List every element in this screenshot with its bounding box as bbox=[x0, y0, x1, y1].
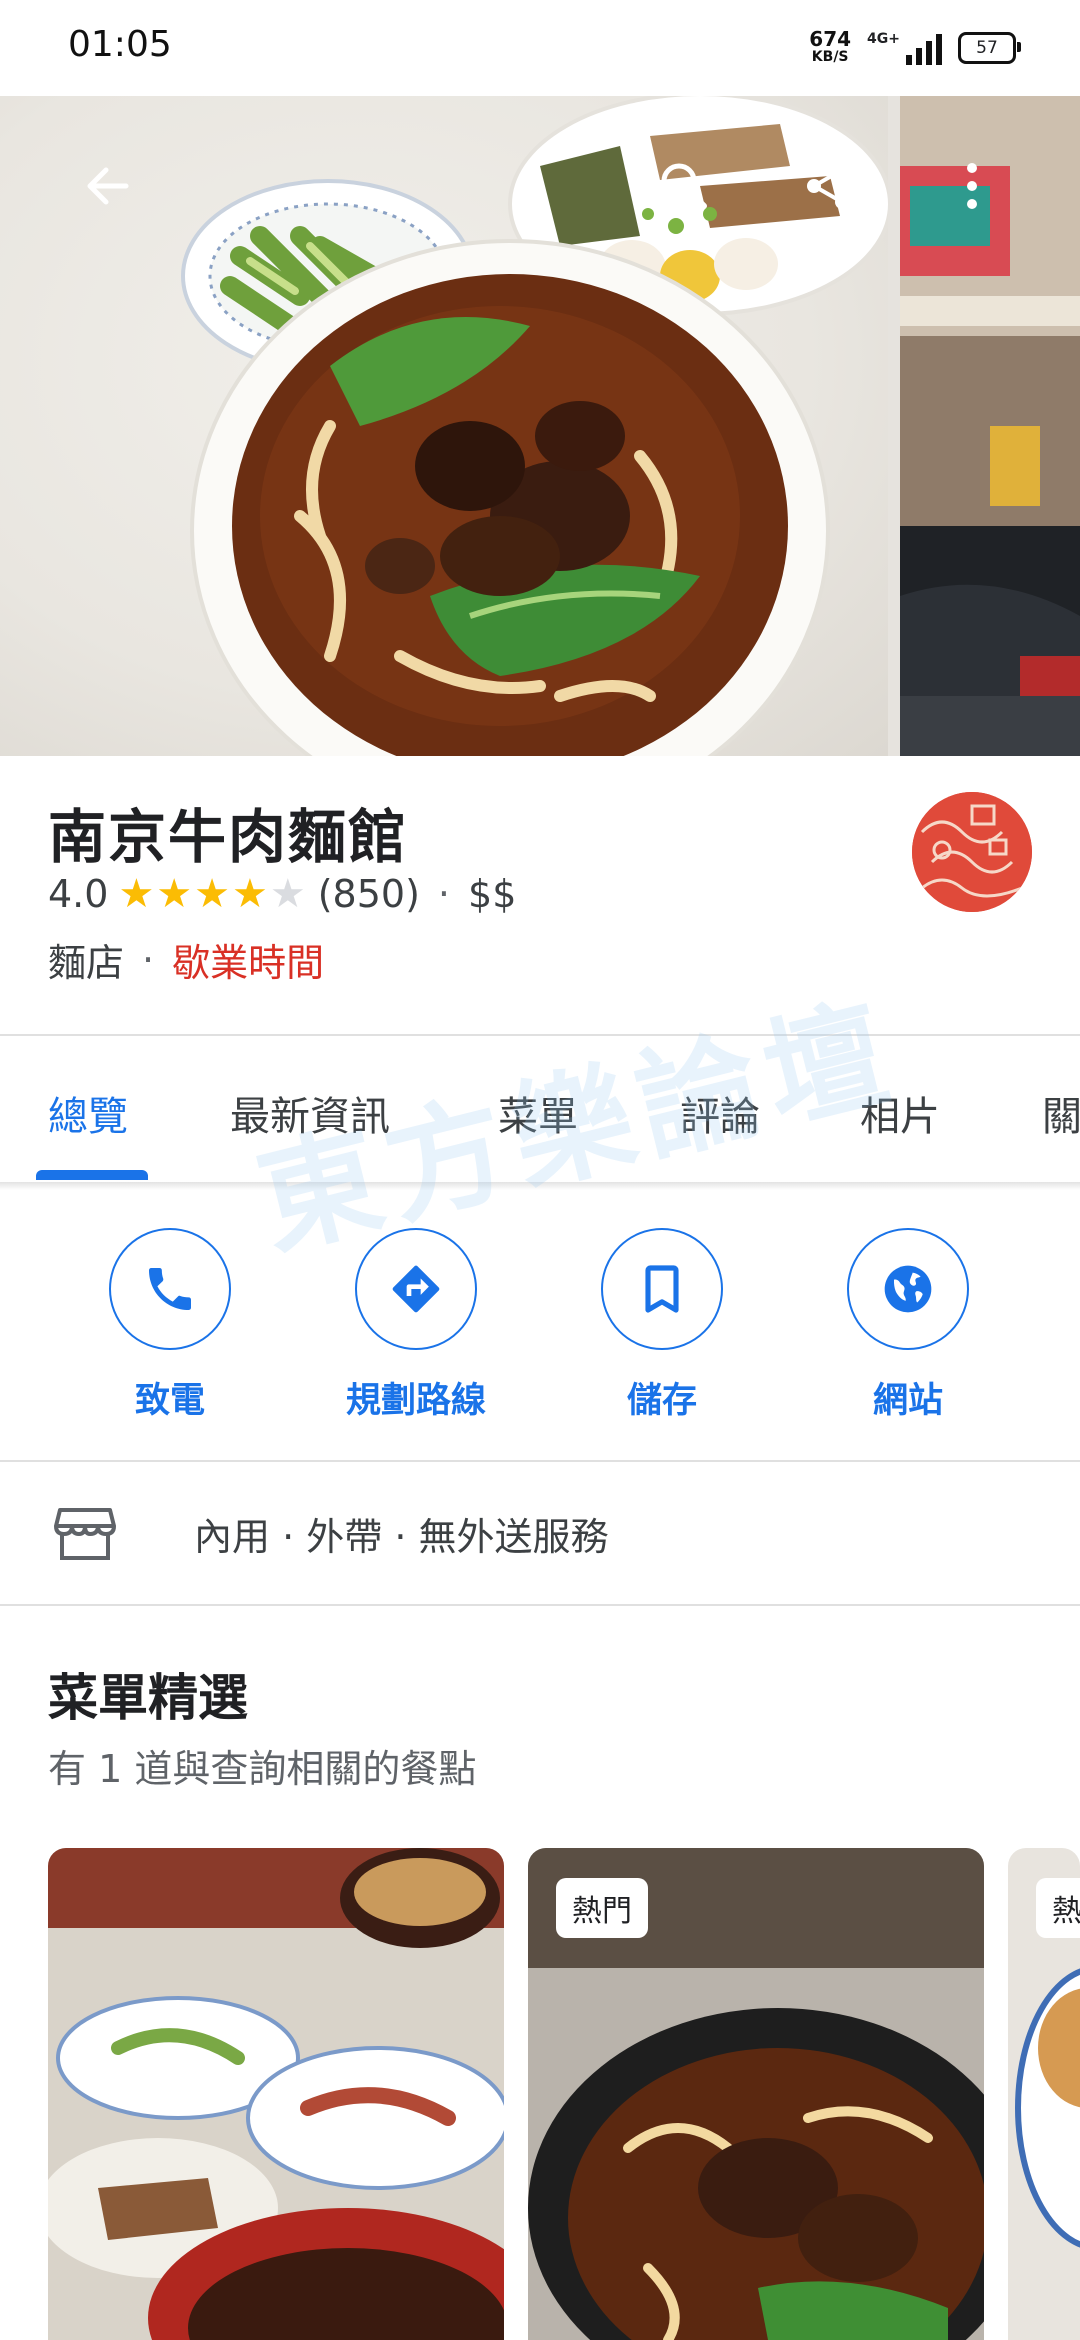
website-button-circle[interactable] bbox=[847, 1228, 969, 1350]
save-button-circle[interactable] bbox=[601, 1228, 723, 1350]
back-button[interactable] bbox=[68, 146, 148, 226]
hero-photos[interactable] bbox=[0, 96, 1080, 756]
share-icon bbox=[807, 163, 849, 209]
separator: · bbox=[437, 872, 451, 916]
hours-status[interactable]: 歇業時間 bbox=[172, 932, 324, 987]
bookmark-icon bbox=[645, 1265, 679, 1313]
tabs-shadow bbox=[0, 1182, 1080, 1190]
popular-badge: 熱門 bbox=[556, 1878, 648, 1938]
storefront-icon bbox=[54, 1508, 116, 1560]
place-name: 南京牛肉麵館 bbox=[48, 803, 409, 871]
search-button[interactable] bbox=[644, 146, 724, 226]
star-empty-icon: ★ bbox=[269, 871, 306, 917]
tab-reviews[interactable]: 評論 bbox=[680, 1084, 760, 1142]
call-label: 致電 bbox=[134, 1381, 205, 1421]
directions-button-circle[interactable] bbox=[355, 1228, 477, 1350]
battery-icon: 57 bbox=[958, 32, 1021, 64]
call-button[interactable]: 致電 bbox=[60, 1228, 280, 1423]
star-icon: ★ bbox=[194, 871, 231, 917]
tab-overview[interactable]: 總覽 bbox=[48, 1084, 128, 1142]
network-speed: 674 KB/S bbox=[809, 27, 852, 66]
action-buttons: 致電 規劃路線 儲存 網站 bbox=[0, 1228, 1080, 1428]
rating-row[interactable]: 4.0 ★ ★ ★ ★ ★ (850) · $$ bbox=[48, 872, 516, 916]
star-icon: ★ bbox=[232, 871, 268, 917]
share-button[interactable] bbox=[788, 146, 868, 226]
menu-highlights-subtitle: 有 1 道與查詢相關的餐點 bbox=[48, 1747, 477, 1791]
menu-item-card[interactable] bbox=[48, 1848, 504, 2340]
status-time: 01:05 bbox=[68, 24, 172, 65]
menu-item-card[interactable]: 熱 bbox=[1008, 1848, 1080, 2340]
rating-value: 4.0 bbox=[48, 872, 109, 916]
service-options-row[interactable]: 內用 · 外帶 · 無外送服務 bbox=[0, 1462, 1080, 1604]
directions-icon bbox=[392, 1265, 440, 1313]
menu-item-card[interactable]: 熱門 bbox=[528, 1848, 984, 2340]
place-category: 麵店 bbox=[48, 941, 125, 985]
divider bbox=[0, 1604, 1080, 1606]
status-bar: 01:05 674 KB/S 4G+ 57 bbox=[0, 0, 1080, 96]
star-icon: ★ bbox=[118, 871, 155, 917]
popular-badge: 熱 bbox=[1036, 1878, 1080, 1938]
tab-photos[interactable]: 相片 bbox=[860, 1084, 940, 1142]
signal-icon: 4G+ bbox=[867, 31, 942, 65]
tab-updates[interactable]: 最新資訊 bbox=[230, 1084, 390, 1142]
menu-highlights-title: 菜單精選 bbox=[48, 1669, 248, 1727]
tab-menu[interactable]: 菜單 bbox=[498, 1084, 578, 1142]
star-icon: ★ bbox=[156, 871, 193, 917]
directions-button[interactable]: 規劃路線 bbox=[306, 1228, 526, 1423]
network-speed-unit: KB/S bbox=[811, 49, 849, 65]
star-rating: ★ ★ ★ ★ ★ bbox=[118, 874, 307, 914]
review-count: (850) bbox=[317, 872, 420, 916]
tab-bar: 總覽 最新資訊 菜單 評論 相片 關 bbox=[0, 1036, 1080, 1184]
place-logo[interactable] bbox=[912, 792, 1032, 912]
website-button[interactable]: 網站 bbox=[798, 1228, 1018, 1423]
network-type: 4G+ bbox=[867, 31, 900, 47]
category-row: 麵店 · 歇業時間 bbox=[48, 932, 324, 987]
price-level: $$ bbox=[468, 872, 517, 916]
network-speed-value: 674 bbox=[809, 27, 852, 51]
back-arrow-icon bbox=[87, 167, 129, 205]
separator: · bbox=[142, 937, 155, 982]
phone-icon bbox=[149, 1268, 191, 1310]
tab-about[interactable]: 關 bbox=[1042, 1084, 1080, 1142]
globe-icon bbox=[884, 1265, 932, 1313]
status-icons: 674 KB/S 4G+ 57 bbox=[809, 26, 1021, 70]
active-tab-indicator bbox=[36, 1170, 148, 1180]
call-button-circle[interactable] bbox=[109, 1228, 231, 1350]
save-label: 儲存 bbox=[626, 1381, 697, 1421]
service-options-text: 內用 · 外帶 · 無外送服務 bbox=[194, 1515, 609, 1559]
more-options-button[interactable] bbox=[932, 146, 1012, 226]
logo-image bbox=[912, 792, 1032, 912]
battery-level: 57 bbox=[976, 38, 998, 58]
save-button[interactable]: 儲存 bbox=[552, 1228, 772, 1423]
more-vert-icon bbox=[967, 163, 977, 209]
directions-label: 規劃路線 bbox=[345, 1381, 486, 1421]
menu-item-photo bbox=[48, 1848, 504, 2340]
website-label: 網站 bbox=[872, 1381, 943, 1421]
search-icon bbox=[661, 163, 707, 209]
